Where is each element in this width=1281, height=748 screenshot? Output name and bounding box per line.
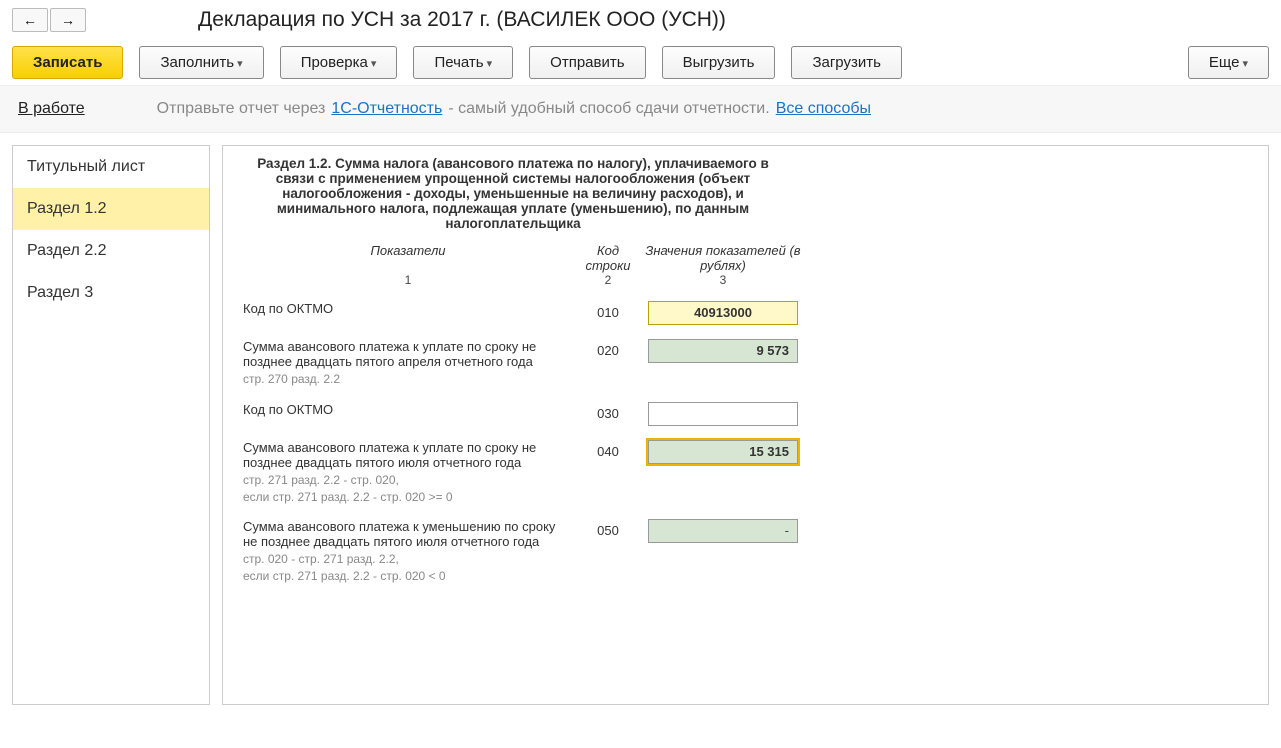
code-010: 010	[573, 301, 643, 320]
send-button[interactable]: Отправить	[529, 46, 645, 79]
row-030: Код по ОКТМО 030	[243, 402, 1248, 426]
col-num-3: 3	[643, 273, 803, 287]
row-050: Сумма авансового платежа к уменьшению по…	[243, 519, 1248, 585]
nav-forward-button[interactable]: →	[50, 8, 86, 32]
label-030: Код по ОКТМО	[243, 402, 333, 417]
col-num-2: 2	[573, 273, 643, 287]
sidebar-item-section3[interactable]: Раздел 3	[13, 272, 209, 314]
reporting-link[interactable]: 1С-Отчетность	[331, 100, 442, 118]
col-header-1: Показатели	[243, 243, 573, 273]
export-button[interactable]: Выгрузить	[662, 46, 776, 79]
check-button[interactable]: Проверка	[280, 46, 398, 79]
sub-020: стр. 270 разд. 2.2	[243, 371, 565, 388]
status-text1: Отправьте отчет через	[157, 100, 326, 118]
col-header-2: Код строки	[573, 243, 643, 273]
code-030: 030	[573, 402, 643, 421]
all-methods-link[interactable]: Все способы	[776, 100, 871, 118]
import-button[interactable]: Загрузить	[791, 46, 902, 79]
label-020: Сумма авансового платежа к уплате по сро…	[243, 339, 536, 369]
col-header-3: Значения показателей (в рублях)	[643, 243, 803, 273]
row-040: Сумма авансового платежа к уплате по сро…	[243, 440, 1248, 506]
field-050[interactable]: -	[648, 519, 798, 543]
status-text2: - самый удобный способ сдачи отчетности.	[448, 100, 769, 118]
code-050: 050	[573, 519, 643, 538]
field-010[interactable]: 40913000	[648, 301, 798, 325]
sub-050: стр. 020 - стр. 271 разд. 2.2, если стр.…	[243, 551, 565, 585]
row-010: Код по ОКТМО 010 40913000	[243, 301, 1248, 325]
more-button[interactable]: Еще	[1188, 46, 1269, 79]
sidebar: Титульный лист Раздел 1.2 Раздел 2.2 Раз…	[12, 145, 210, 705]
main-panel: Раздел 1.2. Сумма налога (авансового пла…	[222, 145, 1269, 705]
code-020: 020	[573, 339, 643, 358]
write-button[interactable]: Записать	[12, 46, 123, 79]
col-num-1: 1	[243, 273, 573, 287]
fill-button[interactable]: Заполнить	[139, 46, 263, 79]
print-button[interactable]: Печать	[413, 46, 513, 79]
sidebar-item-section12[interactable]: Раздел 1.2	[13, 188, 209, 230]
field-030[interactable]	[648, 402, 798, 426]
sidebar-item-section22[interactable]: Раздел 2.2	[13, 230, 209, 272]
field-040[interactable]: 15 315	[648, 440, 798, 464]
sub-040: стр. 271 разд. 2.2 - стр. 020, если стр.…	[243, 472, 565, 506]
row-020: Сумма авансового платежа к уплате по сро…	[243, 339, 1248, 388]
status-label[interactable]: В работе	[18, 100, 85, 118]
section-title: Раздел 1.2. Сумма налога (авансового пла…	[243, 156, 783, 231]
label-050: Сумма авансового платежа к уменьшению по…	[243, 519, 555, 549]
sidebar-item-title[interactable]: Титульный лист	[13, 146, 209, 188]
nav-back-button[interactable]: ←	[12, 8, 48, 32]
page-title: Декларация по УСН за 2017 г. (ВАСИЛЕК ОО…	[198, 8, 726, 32]
label-040: Сумма авансового платежа к уплате по сро…	[243, 440, 536, 470]
code-040: 040	[573, 440, 643, 459]
field-020[interactable]: 9 573	[648, 339, 798, 363]
label-010: Код по ОКТМО	[243, 301, 333, 316]
